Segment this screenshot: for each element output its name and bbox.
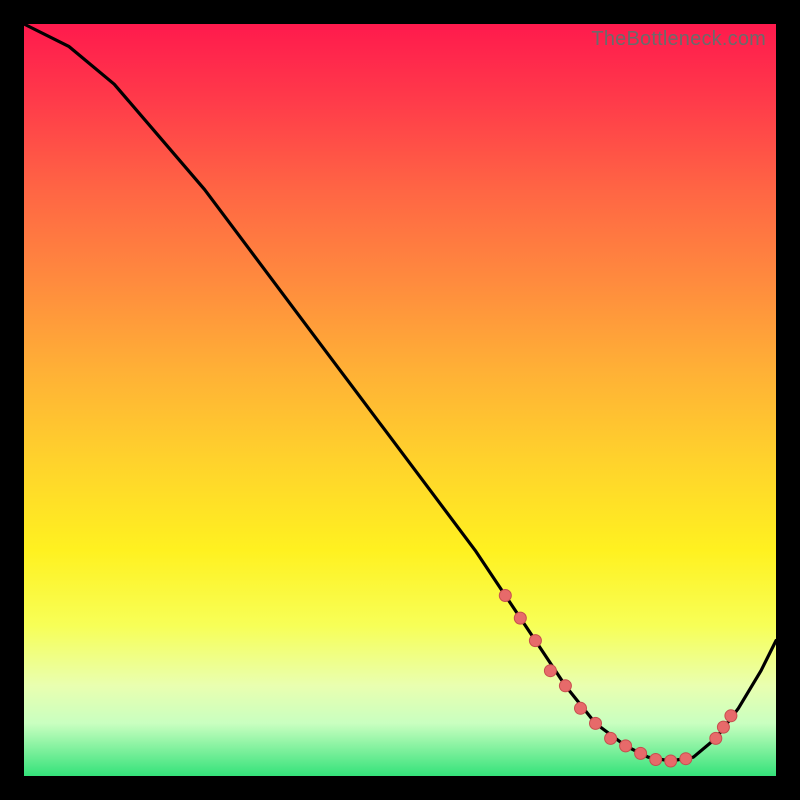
marker-dot: [635, 747, 647, 759]
marker-dot: [620, 740, 632, 752]
marker-dot: [544, 665, 556, 677]
marker-dot: [590, 717, 602, 729]
marker-dot: [650, 754, 662, 766]
chart-stage: TheBottleneck.com: [0, 0, 800, 800]
marker-dot: [559, 680, 571, 692]
marker-dot: [499, 590, 511, 602]
marker-dot: [575, 702, 587, 714]
marker-dot: [665, 755, 677, 767]
marker-dot: [514, 612, 526, 624]
marker-dot: [605, 732, 617, 744]
marker-dot: [717, 721, 729, 733]
curve-svg: [24, 24, 776, 776]
plot-area: TheBottleneck.com: [24, 24, 776, 776]
marker-dot: [725, 710, 737, 722]
marker-dot: [680, 753, 692, 765]
bottleneck-curve: [24, 24, 776, 761]
marker-dot: [710, 732, 722, 744]
marker-dot: [529, 635, 541, 647]
